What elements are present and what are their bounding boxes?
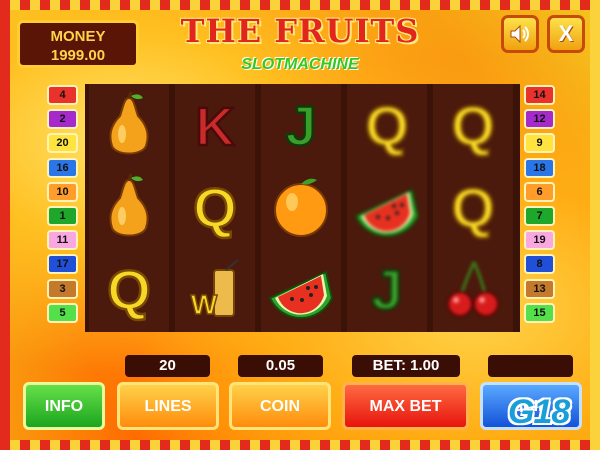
reel-5: QQ: [433, 84, 513, 332]
left-line-badge[interactable]: 11: [47, 230, 78, 251]
reel-4: QJ: [347, 84, 427, 332]
symbol-orange: [266, 172, 336, 242]
money-label: MONEY: [50, 28, 106, 45]
game-subtitle: SLOTMACHINE: [241, 56, 359, 73]
lines-button[interactable]: LINES: [117, 382, 219, 430]
symbol-q: Q: [180, 172, 250, 242]
left-line-badge[interactable]: 20: [47, 133, 78, 154]
right-line-badge[interactable]: 14: [524, 85, 555, 105]
coin-value: 0.05: [238, 355, 323, 377]
reel-3: J: [261, 84, 341, 332]
left-line-badge[interactable]: 17: [47, 254, 78, 275]
left-line-badge[interactable]: 16: [47, 157, 78, 178]
right-line-badge[interactable]: 7: [524, 206, 555, 226]
svg-text:Q: Q: [107, 258, 151, 321]
speaker-icon: [510, 24, 529, 44]
svg-text:Q: Q: [193, 176, 237, 239]
sound-button[interactable]: [501, 15, 539, 53]
symbol-cherry: [438, 254, 508, 324]
coin-button[interactable]: COIN: [229, 382, 331, 430]
left-line-badge[interactable]: 2: [47, 109, 78, 130]
left-line-badge[interactable]: 1: [47, 206, 78, 226]
symbol-j: J: [266, 90, 336, 160]
symbol-q: Q: [352, 90, 422, 160]
right-line-badge[interactable]: 15: [524, 302, 555, 323]
right-line-badge[interactable]: 9: [524, 133, 555, 154]
svg-text:W: W: [191, 289, 218, 320]
game-title: THE FRUITS: [180, 12, 420, 50]
spin-value: [488, 355, 573, 377]
reel-2: KQ W: [175, 84, 255, 332]
right-line-badge[interactable]: 8: [524, 254, 555, 275]
reel-1: Q: [89, 84, 169, 332]
svg-text:Q: Q: [365, 94, 409, 157]
money-display: MONEY 1999.00: [17, 20, 139, 68]
svg-text:Q: Q: [451, 94, 495, 157]
right-line-badge[interactable]: 12: [524, 109, 555, 130]
symbol-q: Q: [94, 254, 164, 324]
right-line-badge[interactable]: 18: [524, 157, 555, 178]
symbol-k: K: [180, 90, 250, 160]
lines-value: 20: [125, 355, 210, 377]
right-line-badge[interactable]: 13: [524, 278, 555, 299]
right-line-badge[interactable]: 6: [524, 181, 555, 202]
close-icon: X: [558, 21, 574, 46]
symbol-watermelon: [266, 254, 336, 324]
bet-value: BET: 1.00: [352, 355, 460, 377]
right-line-badge[interactable]: 19: [524, 230, 555, 251]
svg-text:J: J: [285, 94, 316, 157]
close-button[interactable]: X: [547, 15, 585, 53]
reels-area: QKQWJQJQQ: [85, 84, 520, 332]
max-bet-button[interactable]: MAX BET: [342, 382, 469, 430]
logo: G18: [508, 393, 570, 431]
money-value: 1999.00: [50, 47, 106, 64]
svg-text:Q: Q: [451, 176, 495, 239]
svg-text:J: J: [371, 258, 402, 321]
symbol-q: Q: [438, 90, 508, 160]
symbol-w: W: [180, 254, 250, 324]
svg-text:K: K: [196, 97, 235, 157]
symbol-pear: [94, 90, 164, 160]
symbol-watermelon: [352, 172, 422, 242]
symbol-q: Q: [438, 172, 508, 242]
info-button[interactable]: INFO: [23, 382, 105, 430]
left-line-badge[interactable]: 3: [47, 278, 78, 299]
left-line-badge[interactable]: 5: [47, 302, 78, 323]
left-line-badge[interactable]: 10: [47, 181, 78, 202]
game-frame: MONEY 1999.00 THE FRUITS SLOTMACHINE X 4…: [0, 0, 600, 450]
symbol-pear: [94, 172, 164, 242]
symbol-j: J: [352, 254, 422, 324]
left-line-badge[interactable]: 4: [47, 85, 78, 105]
